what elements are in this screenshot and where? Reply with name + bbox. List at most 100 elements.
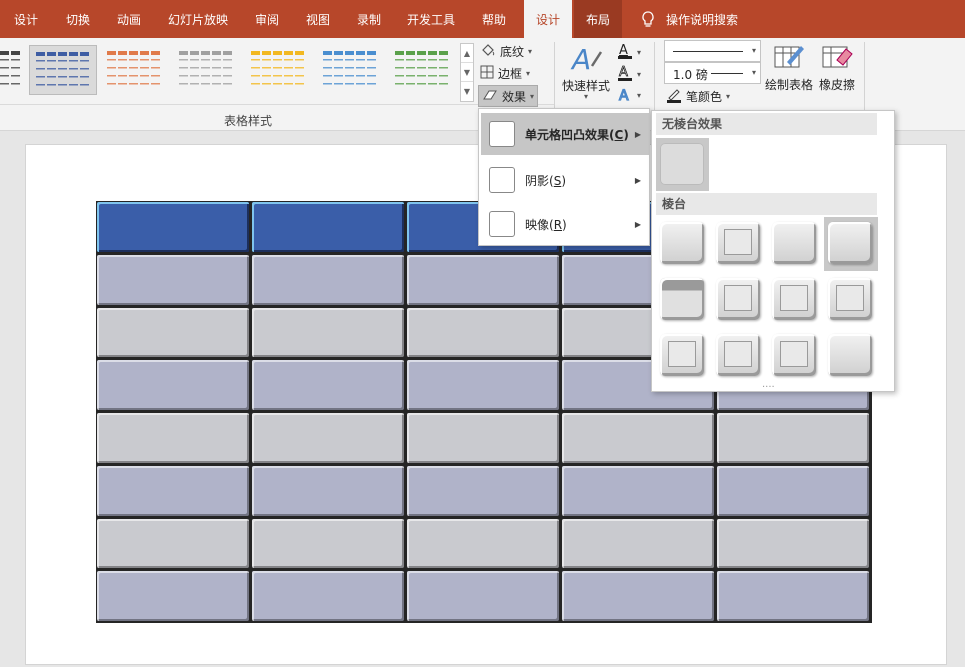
table-cell[interactable]: [252, 413, 404, 463]
table-cell[interactable]: [97, 360, 249, 410]
table-style-thumb[interactable]: [101, 45, 169, 95]
bevel-option[interactable]: [768, 217, 822, 271]
table-cell[interactable]: [562, 518, 714, 569]
table-cell[interactable]: [252, 360, 404, 410]
gallery-down-icon[interactable]: ▼: [461, 63, 473, 82]
text-fill-button[interactable]: A ▾: [617, 42, 641, 62]
bevel-option[interactable]: [712, 217, 766, 271]
bevel-option[interactable]: [824, 273, 878, 327]
table-cell[interactable]: [562, 465, 714, 516]
tab-table-design[interactable]: 设计: [524, 0, 573, 38]
tab-help[interactable]: 帮助: [482, 0, 506, 38]
table-style-thumb-selected[interactable]: [29, 45, 97, 95]
line-weight-preview: [711, 73, 743, 74]
table-cell[interactable]: [717, 571, 869, 621]
border-button[interactable]: 边框 ▾: [480, 64, 530, 82]
tab-slideshow[interactable]: 幻灯片放映: [168, 0, 228, 38]
table-style-thumb[interactable]: [317, 45, 385, 95]
bevel-option[interactable]: [712, 329, 766, 383]
table-cell[interactable]: [407, 307, 559, 358]
pen-weight-dropdown[interactable]: 1.0 磅 ▾: [664, 62, 761, 84]
bevel-option[interactable]: [656, 217, 710, 271]
table-cell[interactable]: [407, 465, 559, 516]
bevel-preview-icon: [772, 334, 816, 376]
eraser-button[interactable]: 橡皮擦: [818, 42, 858, 102]
line-style-preview: [673, 51, 743, 52]
table-cell[interactable]: [407, 518, 559, 569]
tab-developer[interactable]: 开发工具: [407, 0, 455, 38]
table-cell[interactable]: [252, 254, 404, 305]
table-cell[interactable]: [97, 571, 249, 621]
svg-text:A: A: [570, 44, 591, 74]
bevel-preview-icon: [716, 278, 760, 320]
draw-table-button[interactable]: 绘制表格: [765, 42, 815, 102]
table-style-thumb[interactable]: [245, 45, 313, 95]
menu-item-shadow[interactable]: 阴影(S) ▶: [481, 159, 649, 201]
table-style-thumb[interactable]: [389, 45, 457, 95]
wordart-a-icon: A: [570, 43, 604, 77]
bevel-option[interactable]: [656, 329, 710, 383]
table-cell[interactable]: [97, 465, 249, 516]
text-effects-button[interactable]: A ▾: [617, 86, 641, 105]
menu-item-cell-bevel[interactable]: 单元格凹凸效果(C) ▶: [481, 113, 649, 155]
table-cell[interactable]: [407, 413, 559, 463]
tab-table-layout[interactable]: 布局: [574, 0, 623, 38]
table-cell[interactable]: [407, 571, 559, 621]
bevel-none-icon: [660, 143, 704, 185]
table-cell[interactable]: [407, 360, 559, 410]
effects-icon: [482, 88, 498, 105]
section-header-no-bevel: 无棱台效果: [656, 113, 877, 135]
svg-text:A: A: [619, 43, 628, 58]
table-cell[interactable]: [407, 254, 559, 305]
ribbon-tab-bar: 设计 切换 动画 幻灯片放映 审阅 视图 录制 开发工具 帮助 设计 布局 操作…: [0, 0, 965, 38]
table-cell[interactable]: [562, 413, 714, 463]
table-cell[interactable]: [252, 307, 404, 358]
table-cell[interactable]: [252, 465, 404, 516]
table-cell[interactable]: [97, 254, 249, 305]
gallery-up-icon[interactable]: ▲: [461, 44, 473, 63]
quick-styles-button[interactable]: A 快速样式 ▾: [560, 43, 610, 102]
table-style-preview-icon: [107, 51, 160, 85]
tab-design[interactable]: 设计: [14, 0, 38, 38]
table-header-cell[interactable]: [97, 202, 249, 252]
bevel-option[interactable]: [768, 329, 822, 383]
tab-view[interactable]: 视图: [306, 0, 330, 38]
table-cell[interactable]: [717, 518, 869, 569]
pen-style-dropdown[interactable]: ▾: [664, 40, 761, 62]
bevel-option-none[interactable]: [656, 138, 709, 191]
group-label-table-styles: 表格样式: [224, 114, 273, 128]
text-outline-button[interactable]: A ▾: [617, 64, 641, 84]
table-cell[interactable]: [252, 518, 404, 569]
bevel-option[interactable]: [712, 273, 766, 327]
table-cell[interactable]: [97, 307, 249, 358]
table-style-thumb[interactable]: [173, 45, 241, 95]
table-cell[interactable]: [97, 413, 249, 463]
bevel-inset-icon: [724, 285, 752, 311]
effects-button[interactable]: 效果 ▾: [478, 85, 539, 107]
table-header-cell[interactable]: [252, 202, 404, 252]
table-cell[interactable]: [717, 413, 869, 463]
tab-record[interactable]: 录制: [357, 0, 381, 38]
draw-table-label: 绘制表格: [765, 78, 814, 92]
table-cell[interactable]: [97, 518, 249, 569]
gallery-scrollbar[interactable]: ▲ ▼ ▼: [460, 43, 474, 102]
bevel-option[interactable]: [656, 273, 710, 327]
table-cell[interactable]: [252, 571, 404, 621]
tell-me-search[interactable]: 操作说明搜索: [666, 0, 738, 38]
bevel-option[interactable]: [824, 329, 878, 383]
table-cell[interactable]: [717, 465, 869, 516]
section-header-bevel: 棱台: [656, 193, 877, 215]
table-cell[interactable]: [562, 571, 714, 621]
menu-item-reflection[interactable]: 映像(R) ▶: [481, 203, 649, 245]
bevel-option[interactable]: [768, 273, 822, 327]
bevel-inset-icon: [668, 341, 696, 367]
table-style-preview-icon: [323, 51, 376, 85]
tab-animations[interactable]: 动画: [117, 0, 141, 38]
tab-review[interactable]: 审阅: [255, 0, 279, 38]
bevel-option[interactable]: [824, 217, 878, 271]
tab-transitions[interactable]: 切换: [66, 0, 90, 38]
gallery-more-icon[interactable]: ▼: [461, 82, 473, 101]
shading-button[interactable]: 底纹 ▾: [480, 42, 532, 60]
pen-color-button[interactable]: 笔颜色 ▾: [666, 87, 730, 106]
text-fill-icon: A: [617, 42, 633, 62]
